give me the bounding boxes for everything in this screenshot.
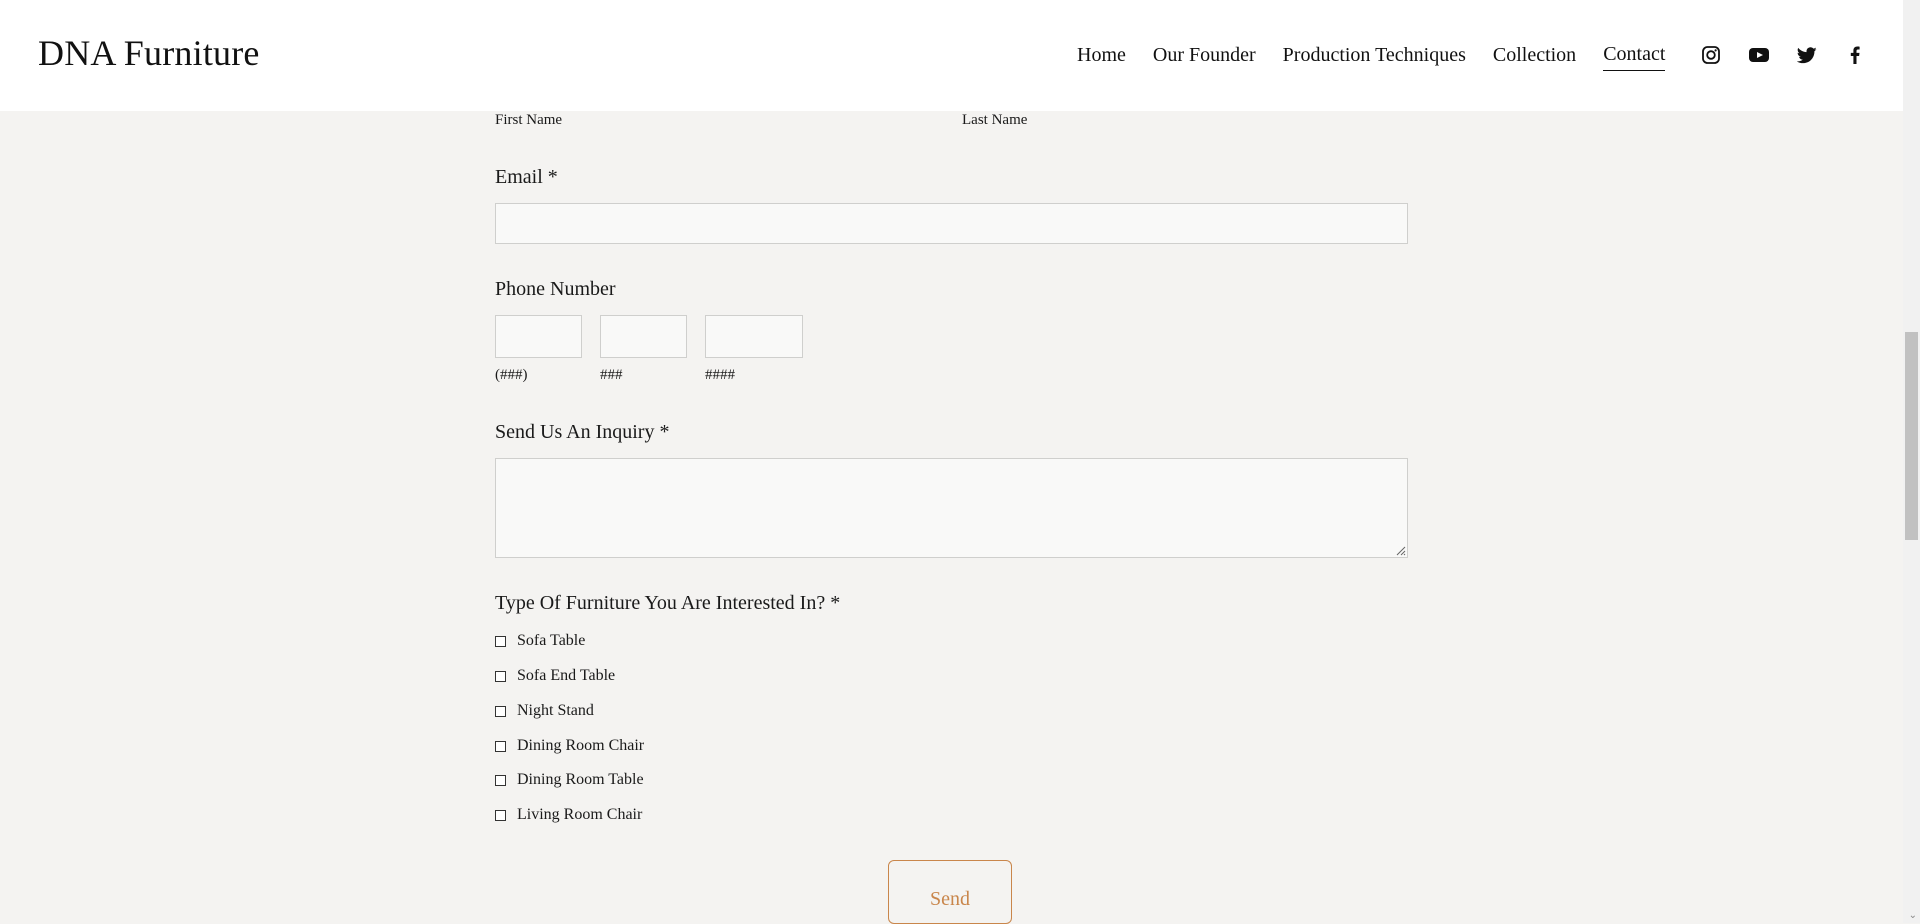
checkbox-label: Living Room Chair — [517, 806, 643, 823]
checkbox-dining-room-table[interactable]: Dining Room Table — [495, 771, 644, 789]
scroll-down-arrow-icon[interactable]: ⌄ — [1909, 910, 1917, 921]
phone-area-code-hint: (###) — [495, 367, 528, 383]
nav-collection[interactable]: Collection — [1493, 44, 1576, 71]
nav-production-techniques[interactable]: Production Techniques — [1283, 44, 1466, 71]
checkbox-label: Sofa Table — [517, 632, 586, 649]
resize-handle-icon[interactable] — [1394, 544, 1406, 556]
checkbox-label: Dining Room Table — [517, 771, 644, 788]
checkbox[interactable] — [495, 740, 506, 752]
last-name-label: Last Name — [962, 112, 1028, 128]
checkbox[interactable] — [495, 774, 506, 786]
send-button[interactable]: Send — [888, 860, 1012, 924]
twitter-icon[interactable] — [1796, 44, 1818, 66]
site-header: DNA Furniture Home Our Founder Productio… — [0, 0, 1903, 111]
checkbox-label: Night Stand — [517, 702, 594, 719]
checkbox-night-stand[interactable]: Night Stand — [495, 702, 594, 720]
inquiry-label: Send Us An Inquiry * — [495, 421, 670, 443]
checkbox[interactable] — [495, 809, 506, 821]
checkbox-label: Sofa End Table — [517, 667, 616, 684]
checkbox[interactable] — [495, 635, 506, 647]
checkbox[interactable] — [495, 670, 506, 682]
phone-area-code-field[interactable] — [495, 315, 582, 358]
social-links — [1700, 44, 1892, 66]
name-labels-row: First Name Last Name — [495, 111, 1408, 135]
scrollbar[interactable]: ⌄ — [1903, 0, 1920, 923]
phone-label: Phone Number — [495, 278, 616, 300]
scrollbar-thumb[interactable] — [1905, 332, 1918, 540]
email-label: Email * — [495, 166, 558, 188]
phone-prefix-hint: ### — [600, 367, 623, 383]
email-field[interactable] — [495, 203, 1408, 244]
checkbox-living-room-chair[interactable]: Living Room Chair — [495, 806, 642, 824]
checkbox-sofa-end-table[interactable]: Sofa End Table — [495, 667, 615, 685]
nav-contact[interactable]: Contact — [1603, 43, 1666, 71]
inquiry-textarea[interactable] — [495, 458, 1408, 558]
phone-line-field[interactable] — [705, 315, 803, 358]
checkbox-label: Dining Room Chair — [517, 737, 645, 754]
main-nav: Home Our Founder Production Techniques C… — [1077, 43, 1692, 71]
nav-our-founder[interactable]: Our Founder — [1153, 44, 1256, 71]
checkbox[interactable] — [495, 705, 506, 717]
instagram-icon[interactable] — [1700, 44, 1722, 66]
checkbox-dining-room-chair[interactable]: Dining Room Chair — [495, 737, 644, 755]
youtube-icon[interactable] — [1748, 44, 1770, 66]
phone-prefix-field[interactable] — [600, 315, 687, 358]
first-name-label: First Name — [495, 112, 563, 128]
nav-home[interactable]: Home — [1077, 44, 1126, 71]
furniture-type-label: Type Of Furniture You Are Interested In?… — [495, 592, 841, 614]
phone-line-hint: #### — [705, 367, 735, 383]
facebook-icon[interactable] — [1844, 44, 1866, 66]
site-logo[interactable]: DNA Furniture — [38, 32, 260, 74]
checkbox-sofa-table[interactable]: Sofa Table — [495, 632, 585, 650]
